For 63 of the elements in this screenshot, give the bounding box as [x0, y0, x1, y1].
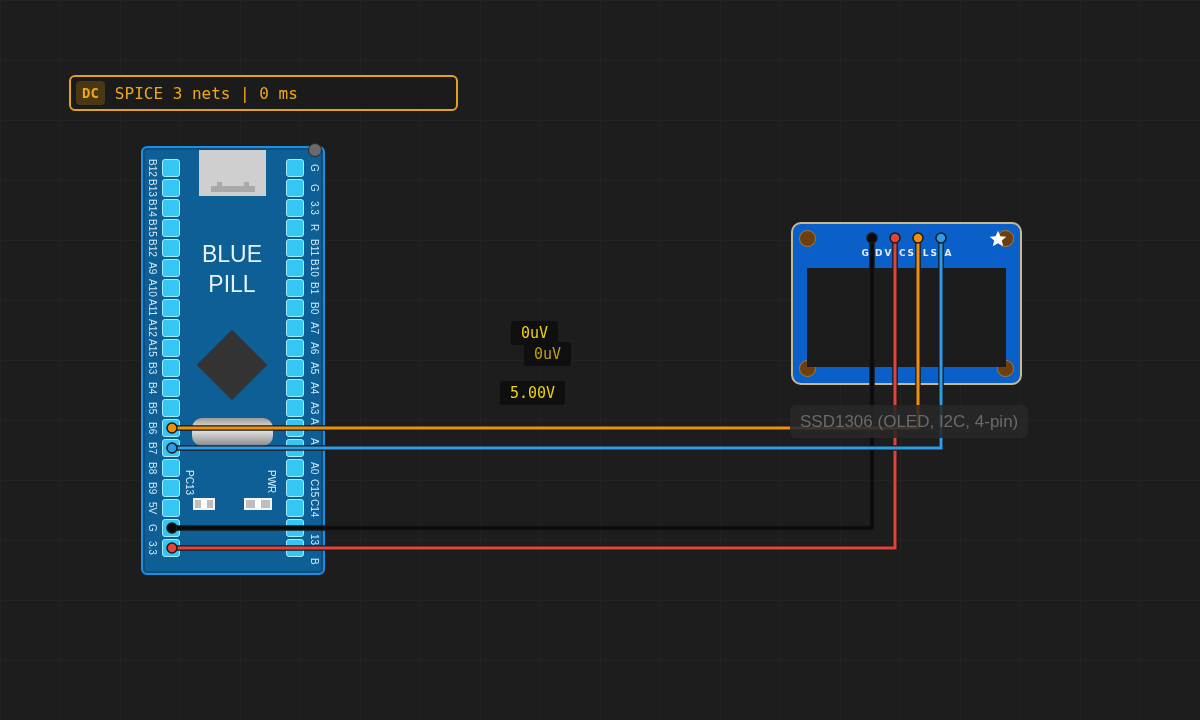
pin-label: C15	[309, 478, 319, 498]
pin-label: B13	[147, 179, 157, 197]
mounting-hole	[799, 230, 816, 247]
pin-label: D	[875, 249, 883, 258]
pin-label: G	[309, 184, 319, 192]
pin-label: S	[907, 249, 914, 258]
pin-label: B12	[147, 159, 157, 177]
pin-label: A12	[147, 319, 157, 337]
pin-label: B14	[147, 199, 157, 217]
pin-label: A11	[147, 299, 157, 317]
star-icon	[989, 230, 1007, 248]
pin-label: B8	[147, 461, 157, 475]
pin-label: G	[309, 164, 319, 172]
pin-label: B7	[147, 441, 157, 455]
pin-label: A3	[309, 401, 319, 415]
pin-label: B	[309, 558, 319, 565]
led-label: PC13	[184, 470, 195, 495]
pin-label: B12	[147, 239, 157, 257]
pin-label: S	[930, 249, 937, 258]
component-label: SSD1306 (OLED, I2C, 4-pin)	[790, 405, 1029, 438]
voltage-probe-label: 5.00V	[500, 381, 566, 405]
pin-label: V	[884, 249, 892, 258]
pin-label: B15	[147, 219, 157, 237]
board-title: PILL	[208, 271, 256, 297]
pin-label: 13	[309, 533, 319, 545]
pin-label: 5V	[147, 501, 157, 515]
pin-label: A5	[309, 361, 319, 375]
board-title: BLUE	[201, 241, 263, 267]
corner-handle[interactable]	[308, 143, 322, 157]
pin-label: B1	[309, 281, 319, 295]
status-text: SPICE 3 nets | 0 ms	[114, 83, 298, 103]
pin-label: G	[147, 524, 157, 532]
pin-label: A	[309, 418, 319, 425]
pin-label: R	[309, 224, 319, 232]
led	[193, 498, 215, 510]
pin-label: A0	[309, 461, 319, 475]
pin-label: A	[309, 438, 319, 445]
pin-label: C	[898, 249, 906, 258]
mode-badge: DC	[76, 81, 105, 105]
pin-label: A7	[309, 321, 319, 335]
usb-connector	[199, 150, 266, 196]
pin-label: L	[922, 249, 929, 258]
pin-label: B6	[147, 421, 157, 435]
pin-label: B5	[147, 401, 157, 415]
pin-label: A15	[147, 339, 157, 357]
pin-label: A	[944, 249, 952, 258]
pin-label: C14	[309, 498, 319, 518]
led-label: PWR	[266, 470, 277, 494]
pin-label: B3	[147, 361, 157, 375]
led	[244, 498, 272, 510]
pin-label: G	[861, 249, 869, 258]
pin-label: B10	[309, 259, 319, 277]
pin-label: B11	[309, 239, 319, 257]
pin-label: 3.3	[309, 201, 319, 215]
pin-label: A6	[309, 341, 319, 355]
pin-label: A4	[309, 381, 319, 395]
pin-label: A10	[147, 279, 157, 297]
pin-label: A9	[147, 261, 157, 275]
pin-label: B4	[147, 381, 157, 395]
voltage-probe-label: 0uV	[511, 321, 559, 345]
pin-label: B0	[309, 301, 319, 315]
pin-label: 3.3	[147, 541, 157, 555]
pin-label: B9	[147, 481, 157, 495]
